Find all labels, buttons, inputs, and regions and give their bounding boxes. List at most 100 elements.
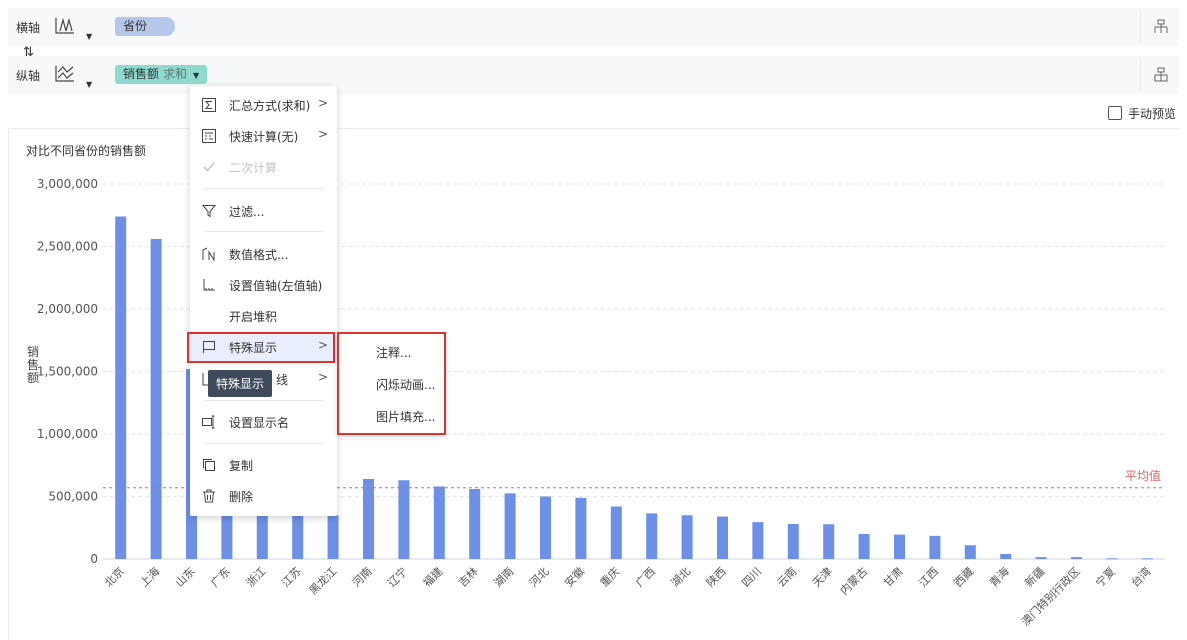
y-axis-title: 销售额 (27, 345, 39, 385)
x-tick-label: 安徽 (562, 564, 587, 589)
x-tick-label: 河北 (527, 565, 552, 590)
bar (646, 513, 658, 559)
copy-icon (203, 459, 215, 471)
menu-item-secondary-calc: 二次计算 (190, 153, 337, 181)
bar (150, 239, 162, 559)
x-tick-label: 辽宁 (385, 564, 410, 589)
x-tick-label: 浙江 (244, 565, 269, 590)
menu-item-label: 快速计算(无) (229, 130, 299, 144)
menu-item-label: 复制 (229, 459, 254, 473)
menu-separator (204, 188, 324, 189)
bar (469, 489, 481, 559)
y-tick-layer: 3,000,000 2,500,000 2,000,000 1,500,000 1,00… (37, 177, 98, 566)
menu-item-label: 删除 (229, 490, 254, 504)
x-tick-label: 甘肃 (881, 565, 906, 590)
bar (787, 524, 799, 559)
x-tick-label: 黑龙江 (307, 565, 340, 598)
bar (327, 515, 339, 559)
bar (1106, 558, 1118, 560)
menu-item-aggregation[interactable]: 汇总方式(求和) > (190, 91, 337, 119)
x-tick-label: 天津 (810, 565, 835, 590)
x-tick-label: 内蒙古 (837, 564, 870, 597)
chevron-right-icon: > (317, 127, 328, 141)
x-tick-label: 北京 (101, 564, 126, 589)
x-tick-label: 河南 (350, 565, 375, 590)
x-tick-label: 四川 (739, 565, 764, 590)
sigma-icon (202, 98, 216, 112)
menu-separator (204, 443, 324, 444)
menu-item-label: 汇总方式(求和) (229, 99, 311, 113)
x-tick-layer: 北京 上海 山东 广东 浙江 江苏 黑龙江 河南 辽宁 福建 吉林 湖南 河北 安徽 重庆 广西 湖北 陕西 四川云… (101, 564, 1153, 628)
menu-item-label: 二次计算 (229, 161, 278, 175)
submenu-item-blink-animation[interactable]: 闪烁动画... (376, 376, 435, 393)
bar (681, 515, 693, 559)
value-axis-icon (203, 279, 215, 291)
submenu-item-annotation[interactable]: 注释... (376, 344, 411, 361)
x-tick-label: 新疆 (1022, 564, 1047, 589)
menu-item-label: 过滤... (229, 205, 265, 219)
x-tick-label: 台湾 (1128, 564, 1153, 589)
menu-separator (204, 231, 324, 232)
trash-icon (203, 489, 215, 503)
x-tick-label: 山东 (173, 565, 198, 590)
x-tick-label: 西藏 (952, 565, 977, 590)
check-icon (203, 162, 215, 172)
menu-item-display-name[interactable]: 设置显示名 (190, 408, 337, 436)
x-tick-label: 福建 (420, 564, 445, 589)
bar (1141, 558, 1153, 560)
x-tick-label: 重庆 (597, 564, 622, 589)
chart-title: 对比不同省份的销售额 (26, 144, 147, 158)
x-tick-label: 江西 (916, 565, 941, 590)
y-tick-label: 2,000,000 (37, 302, 98, 316)
menu-item-copy[interactable]: 复制 (190, 451, 337, 479)
bar (504, 493, 516, 559)
menu-item-delete[interactable]: 删除 (190, 482, 337, 510)
bar (540, 496, 551, 559)
submenu-item-image-fill[interactable]: 图片填充... (376, 408, 435, 425)
menu-item-value-axis[interactable]: 设置值轴(左值轴) (190, 271, 337, 299)
bar (115, 216, 127, 559)
menu-item-quick-calc[interactable]: 快速计算(无) > (190, 122, 337, 150)
menu-item-enable-stacking[interactable]: 开启堆积 (190, 302, 337, 330)
menu-item-label: 线 (276, 373, 289, 387)
menu-item-label: 数值格式... (229, 248, 289, 262)
rename-icon (202, 415, 215, 429)
bar (610, 506, 622, 559)
bar (894, 534, 905, 559)
x-tick-label: 江苏 (279, 565, 304, 590)
chevron-right-icon: > (317, 96, 328, 110)
x-tick-label: 湖北 (668, 565, 693, 590)
bar (717, 516, 728, 559)
bar (292, 511, 304, 559)
bar (398, 480, 410, 559)
y-axis-title-char: 售 (27, 357, 39, 372)
bar (929, 535, 941, 559)
bar (752, 522, 764, 559)
bar (964, 545, 976, 559)
x-tick-label: 广西 (633, 565, 658, 590)
highlight-box (187, 332, 335, 363)
bar (363, 479, 374, 559)
menu-item-number-format[interactable]: 数值格式... (190, 240, 337, 268)
menu-item-label: 开启堆积 (229, 310, 278, 324)
bar (1000, 554, 1012, 559)
x-tick-label: 上海 (137, 564, 162, 589)
number-format-icon (202, 247, 215, 261)
y-tick-label: 1,500,000 (37, 365, 98, 379)
bar (1035, 557, 1047, 559)
x-tick-label: 广东 (208, 565, 233, 590)
x-tick-label: 湖南 (491, 565, 516, 590)
menu-item-label: 设置显示名 (229, 416, 290, 430)
x-tick-label: 云南 (775, 565, 800, 590)
reference-line-label: 平均值 (1125, 468, 1161, 483)
bar (433, 486, 445, 559)
y-tick-label: 500,000 (48, 490, 98, 504)
x-tick-label: 青海 (986, 564, 1011, 589)
special-display-submenu: 注释... 闪烁动画... 图片填充... (337, 332, 446, 435)
bar-chart: 3,000,000 2,500,000 2,000,000 1,500,000 1,00… (27, 177, 1165, 629)
y-tick-label: 0 (90, 552, 98, 566)
bar (858, 534, 870, 559)
x-tick-label: 宁夏 (1093, 564, 1118, 589)
menu-item-filter[interactable]: 过滤... (190, 197, 337, 225)
tooltip: 特殊显示 (208, 370, 273, 397)
